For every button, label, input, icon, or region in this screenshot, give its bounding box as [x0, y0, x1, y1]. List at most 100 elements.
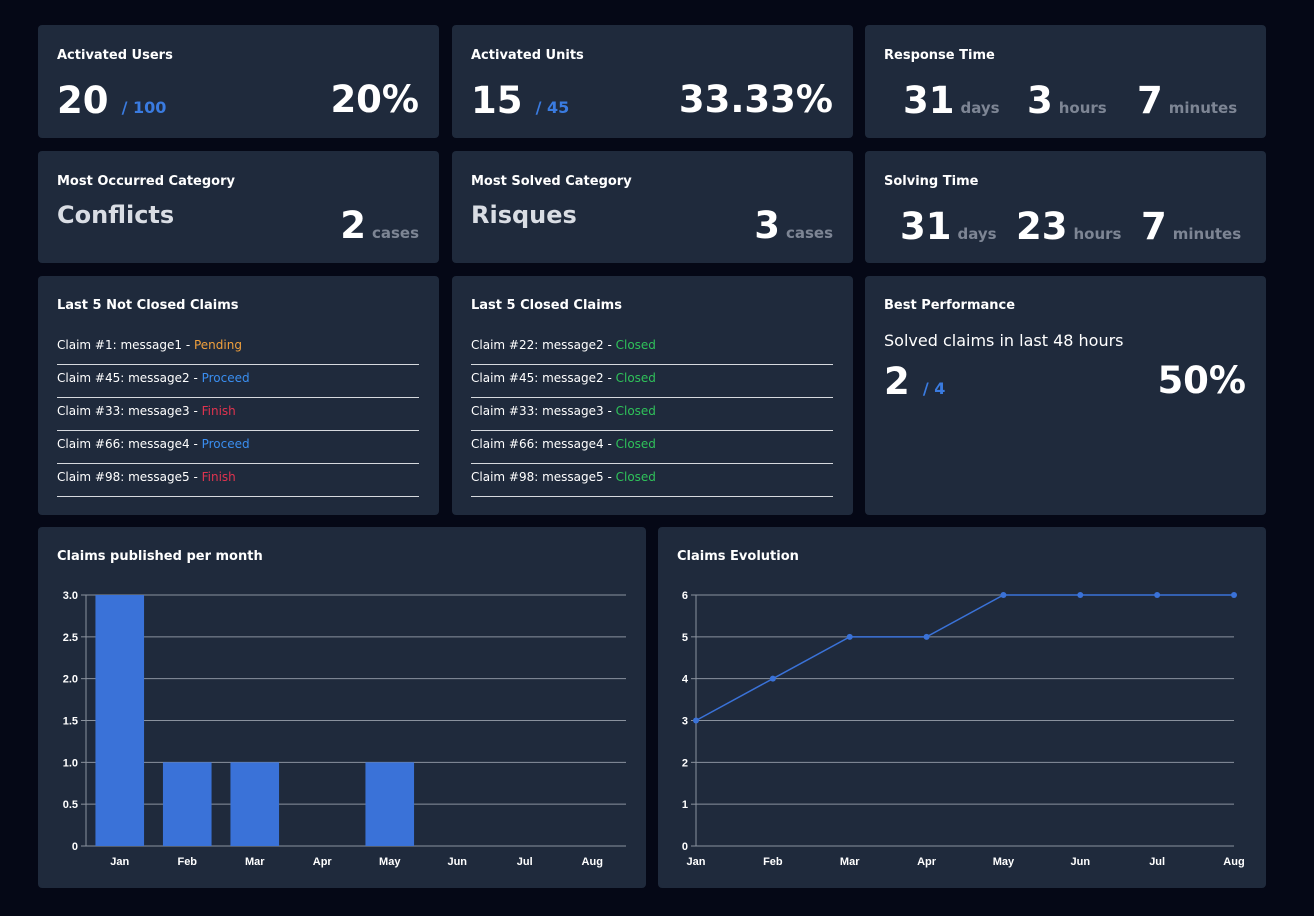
x-tick-label: May — [379, 856, 401, 868]
card-title: Activated Units — [471, 48, 584, 63]
activated-units-total: / 45 — [535, 98, 570, 117]
most-occurred-category: Conflicts — [57, 201, 175, 229]
status-label: Closed — [615, 404, 656, 418]
y-tick-label: 2.0 — [63, 674, 78, 686]
solving-minutes: 7 minutes — [1141, 205, 1242, 248]
status-label: Closed — [615, 338, 656, 352]
activated-units-card: Activated Units 15 / 45 33.33% — [452, 25, 853, 138]
y-tick-label: 6 — [682, 590, 688, 602]
list-item[interactable]: Claim #22: message2 - Closed — [471, 332, 833, 365]
status-label: Finish — [201, 470, 236, 484]
y-tick-label: 0 — [682, 841, 688, 853]
list-item[interactable]: Claim #45: message2 - Proceed — [57, 365, 419, 398]
status-label: Closed — [615, 470, 656, 484]
bar-may — [365, 762, 415, 846]
closed-claims-list: Claim #22: message2 - Closed Claim #45: … — [471, 332, 833, 497]
x-tick-label: Feb — [177, 856, 197, 868]
bar-mar — [230, 762, 280, 846]
x-tick-label: Aug — [1223, 856, 1244, 868]
bar-jan — [95, 595, 145, 846]
activated-units-value: 15 — [471, 79, 523, 122]
activated-users-total: / 100 — [121, 98, 167, 117]
activated-units-percent: 33.33% — [678, 78, 833, 121]
most-solved-count: 3 cases — [754, 204, 833, 247]
activated-users-value: 20 — [57, 79, 109, 122]
best-performance-subtitle: Solved claims in last 48 hours — [884, 331, 1124, 350]
point-aug — [1231, 592, 1237, 598]
series-line — [695, 594, 1234, 722]
card-title: Most Occurred Category — [57, 174, 236, 189]
point-jul — [1154, 592, 1161, 598]
card-title: Last 5 Not Closed Claims — [57, 298, 239, 313]
y-tick-label: 1.5 — [63, 716, 78, 728]
y-tick-label: 1 — [682, 799, 688, 811]
y-tick-label: 4 — [682, 674, 689, 686]
y-tick-label: 5 — [682, 632, 688, 644]
best-performance-percent: 50% — [1157, 359, 1246, 402]
not-closed-claims-card: Last 5 Not Closed Claims Claim #1: messa… — [38, 276, 439, 515]
activated-users-percent: 20% — [330, 78, 419, 121]
status-label: Proceed — [201, 371, 250, 385]
most-solved-card: Most Solved Category Risques 3 cases — [452, 151, 853, 263]
x-tick-label: Jul — [1149, 856, 1165, 868]
card-title: Most Solved Category — [471, 174, 632, 189]
card-title: Last 5 Closed Claims — [471, 298, 622, 313]
list-item[interactable]: Claim #98: message5 - Finish — [57, 464, 419, 497]
most-occurred-count: 2 cases — [340, 204, 419, 247]
best-performance-total: / 4 — [922, 379, 946, 398]
bar-feb — [162, 762, 212, 846]
point-mar — [846, 633, 853, 640]
x-tick-label: Feb — [763, 856, 783, 868]
x-tick-label: Apr — [313, 856, 333, 868]
x-tick-label: Jun — [447, 856, 467, 868]
point-apr — [923, 633, 930, 640]
response-hours: 3 hours — [1027, 79, 1107, 122]
x-tick-label: May — [993, 856, 1015, 868]
list-item[interactable]: Claim #66: message4 - Proceed — [57, 431, 419, 464]
best-performance-value: 2 — [884, 360, 910, 403]
point-may — [1000, 592, 1007, 598]
solving-hours: 23 hours — [1016, 205, 1122, 248]
response-days: 31 days — [903, 79, 1000, 122]
x-tick-label: Jan — [110, 856, 129, 868]
list-item[interactable]: Claim #45: message2 - Closed — [471, 365, 833, 398]
x-tick-label: Apr — [917, 856, 937, 868]
point-jun — [1077, 592, 1084, 598]
best-performance-card: Best Performance Solved claims in last 4… — [865, 276, 1266, 515]
card-title: Response Time — [884, 48, 995, 63]
card-title: Activated Users — [57, 48, 173, 63]
card-title: Solving Time — [884, 174, 979, 189]
bar-chart-card: Claims published per month 0 0.5 1.0 1.5 2.0… — [38, 527, 646, 888]
solving-days: 31 days — [900, 205, 997, 248]
status-label: Closed — [615, 371, 656, 385]
activated-users-card: Activated Users 20 / 100 20% — [38, 25, 439, 138]
point-jan — [693, 717, 699, 724]
line-chart-card: Claims Evolution 0 1 2 3 4 5 6 Jan Feb Mar Apr May J… — [658, 527, 1266, 888]
x-tick-label: Jun — [1071, 856, 1091, 868]
x-tick-label: Jan — [687, 856, 706, 868]
list-item[interactable]: Claim #33: message3 - Finish — [57, 398, 419, 431]
y-tick-label: 3.0 — [63, 590, 78, 602]
x-tick-label: Aug — [582, 856, 603, 868]
list-item[interactable]: Claim #1: message1 - Pending — [57, 332, 419, 365]
bar-chart: 0 0.5 1.0 1.5 2.0 2.5 3.0 Jan Feb Mar Apr May Jun Jul… — [63, 590, 626, 868]
card-title: Best Performance — [884, 298, 1016, 313]
not-closed-claims-list: Claim #1: message1 - Pending Claim #45: … — [57, 332, 419, 497]
x-tick-label: Jul — [517, 856, 533, 868]
list-item[interactable]: Claim #66: message4 - Closed — [471, 431, 833, 464]
status-label: Proceed — [201, 437, 250, 451]
y-tick-label: 0.5 — [63, 799, 78, 811]
y-tick-label: 3 — [682, 716, 688, 728]
most-solved-category: Risques — [471, 201, 577, 229]
y-tick-label: 0 — [72, 841, 78, 853]
response-minutes: 7 minutes — [1137, 79, 1238, 122]
point-feb — [769, 675, 776, 682]
most-occurred-card: Most Occurred Category Conflicts 2 cases — [38, 151, 439, 263]
y-tick-label: 1.0 — [63, 757, 78, 769]
x-tick-label: Mar — [245, 856, 265, 868]
closed-claims-card: Last 5 Closed Claims Claim #22: message2… — [452, 276, 853, 515]
line-chart: 0 1 2 3 4 5 6 Jan Feb Mar Apr May Jun Jul Aug — [682, 590, 1245, 868]
list-item[interactable]: Claim #33: message3 - Closed — [471, 398, 833, 431]
status-label: Closed — [615, 437, 656, 451]
list-item[interactable]: Claim #98: message5 - Closed — [471, 464, 833, 497]
